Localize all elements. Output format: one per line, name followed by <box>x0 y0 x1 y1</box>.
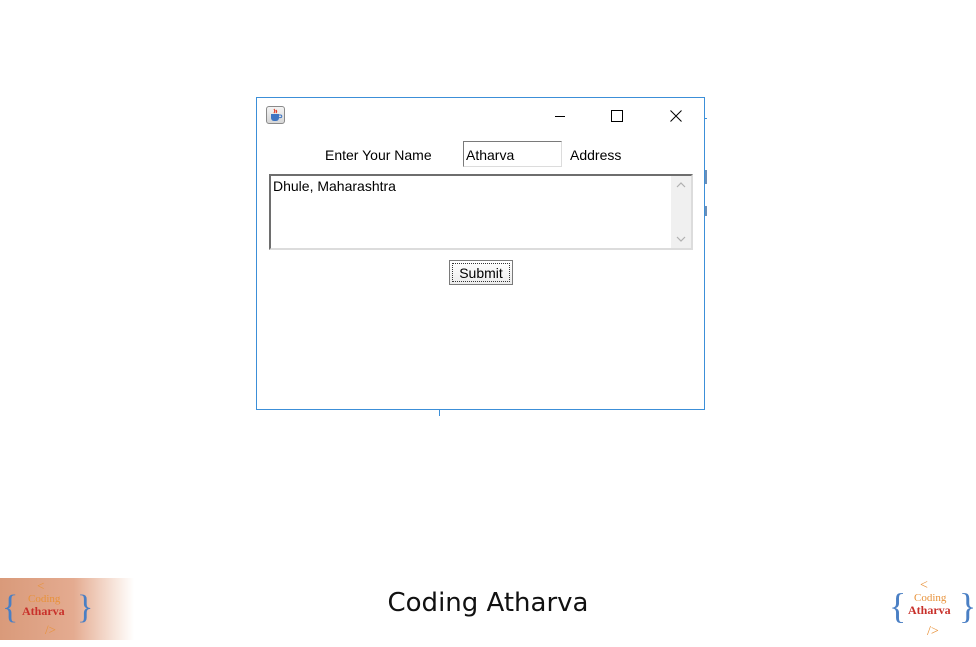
logo-gt: /> <box>927 624 939 639</box>
address-text: Dhule, Maharashtra <box>273 178 396 194</box>
maximize-icon <box>611 110 623 122</box>
app-window: Enter Your Name Address Dhule, Maharasht… <box>256 97 705 410</box>
window-edge-mark <box>705 206 707 216</box>
close-icon <box>670 110 682 122</box>
logo-atharva-text: Atharva <box>908 603 951 617</box>
minimize-button[interactable] <box>537 98 583 134</box>
java-coffee-cup-icon[interactable] <box>266 106 285 124</box>
chevron-up-icon <box>676 182 686 188</box>
address-label: Address <box>570 147 622 163</box>
minimize-icon <box>555 116 565 117</box>
logo-lt: < <box>920 578 928 593</box>
name-label: Enter Your Name <box>325 147 432 163</box>
logo-brace-left: { <box>889 586 906 626</box>
vertical-scrollbar[interactable] <box>671 176 691 248</box>
close-button[interactable] <box>653 98 699 134</box>
logo-brace-right: } <box>959 586 976 626</box>
chevron-down-icon <box>676 236 686 242</box>
footer-title: Coding Atharva <box>387 588 589 618</box>
address-textarea[interactable]: Dhule, Maharashtra <box>269 174 693 250</box>
scroll-up-button[interactable] <box>671 176 691 194</box>
maximize-button[interactable] <box>594 98 640 134</box>
title-bar[interactable] <box>257 98 704 134</box>
logo-gt: /> <box>45 622 56 637</box>
window-edge-mark <box>439 410 440 416</box>
scroll-down-button[interactable] <box>671 230 691 248</box>
name-input[interactable] <box>463 141 562 167</box>
submit-button[interactable]: Submit <box>449 260 513 285</box>
coding-atharva-logo-right: { } < Coding Atharva /> <box>886 572 976 642</box>
window-edge-mark <box>705 170 707 184</box>
window-edge-mark <box>705 118 707 119</box>
